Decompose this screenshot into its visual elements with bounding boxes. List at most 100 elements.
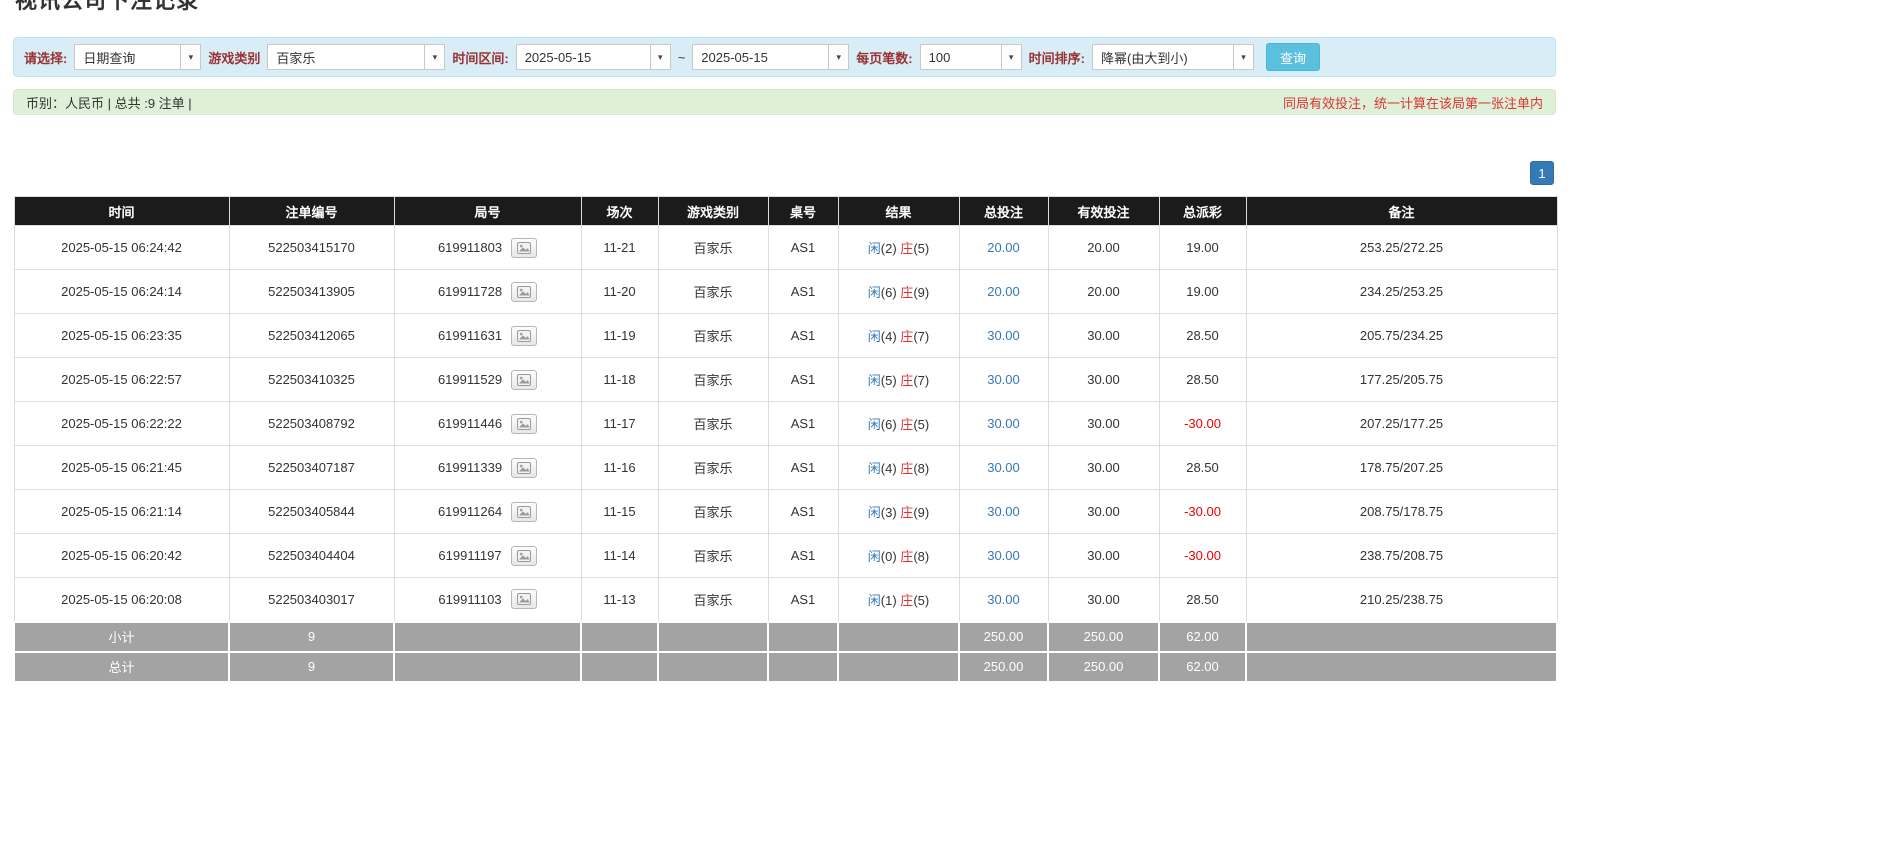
result-banker: 庄 bbox=[900, 373, 913, 388]
cell-remark: 205.75/234.25 bbox=[1246, 314, 1557, 358]
total-bet-link[interactable]: 30.00 bbox=[987, 592, 1020, 607]
cell-table: AS1 bbox=[768, 270, 838, 314]
table-row: 2025-05-15 06:22:22522503408792619911446… bbox=[14, 402, 1557, 446]
search-button[interactable]: 查询 bbox=[1266, 43, 1320, 71]
total-bet-link[interactable]: 30.00 bbox=[987, 372, 1020, 387]
cell-valid-bet: 20.00 bbox=[1048, 270, 1159, 314]
cell-game-type: 百家乐 bbox=[658, 358, 768, 402]
cell-table: AS1 bbox=[768, 578, 838, 622]
total-bet-link[interactable]: 20.00 bbox=[987, 284, 1020, 299]
cell-remark: 238.75/208.75 bbox=[1246, 534, 1557, 578]
round-preview-button[interactable] bbox=[511, 238, 537, 258]
cell-remark: 207.25/177.25 bbox=[1246, 402, 1557, 446]
summary-valid-bet: 250.00 bbox=[1048, 652, 1159, 682]
cell-game-type: 百家乐 bbox=[658, 534, 768, 578]
table-row: 2025-05-15 06:23:35522503412065619911631… bbox=[14, 314, 1557, 358]
cell-session: 11-16 bbox=[581, 446, 658, 490]
chevron-down-icon[interactable]: ▾ bbox=[828, 45, 848, 69]
col-header-bet-id: 注单编号 bbox=[229, 197, 394, 226]
cell-game-type: 百家乐 bbox=[658, 402, 768, 446]
round-preview-button[interactable] bbox=[511, 502, 537, 522]
cell-payout: -30.00 bbox=[1159, 402, 1246, 446]
round-preview-button[interactable] bbox=[511, 546, 537, 566]
cell-payout: -30.00 bbox=[1159, 490, 1246, 534]
game-type-dropdown[interactable]: 百家乐 ▾ bbox=[267, 44, 445, 70]
page-size-label: 每页笔数: bbox=[856, 48, 912, 67]
time-sort-dropdown[interactable]: 降幂(由大到小) ▾ bbox=[1092, 44, 1254, 70]
cell-bet-id: 522503405844 bbox=[229, 490, 394, 534]
total-bet-link[interactable]: 20.00 bbox=[987, 240, 1020, 255]
col-header-total-bet: 总投注 bbox=[959, 197, 1048, 226]
round-preview-button[interactable] bbox=[511, 589, 537, 609]
result-banker: 庄 bbox=[900, 505, 913, 520]
round-number: 619911803 bbox=[438, 240, 502, 255]
round-number: 619911631 bbox=[438, 328, 502, 343]
cell-payout: 19.00 bbox=[1159, 270, 1246, 314]
cell-game-type: 百家乐 bbox=[658, 578, 768, 622]
cell-valid-bet: 30.00 bbox=[1048, 578, 1159, 622]
cell-session: 11-13 bbox=[581, 578, 658, 622]
date-to-dropdown[interactable]: 2025-05-15 ▾ bbox=[692, 44, 849, 70]
cell-result: 闲(5) 庄(7) bbox=[838, 358, 959, 402]
table-row: 2025-05-15 06:24:42522503415170619911803… bbox=[14, 226, 1557, 270]
total-bet-link[interactable]: 30.00 bbox=[987, 416, 1020, 431]
result-player: 闲 bbox=[868, 417, 881, 432]
cell-session: 11-17 bbox=[581, 402, 658, 446]
cell-time: 2025-05-15 06:23:35 bbox=[14, 314, 229, 358]
summary-label: 总计 bbox=[14, 652, 229, 682]
cell-bet-id: 522503404404 bbox=[229, 534, 394, 578]
result-player: 闲 bbox=[868, 505, 881, 520]
table-row: 2025-05-15 06:20:08522503403017619911103… bbox=[14, 578, 1557, 622]
cell-bet-id: 522503413905 bbox=[229, 270, 394, 314]
round-preview-button[interactable] bbox=[511, 370, 537, 390]
date-from-dropdown[interactable]: 2025-05-15 ▾ bbox=[516, 44, 671, 70]
cell-table: AS1 bbox=[768, 402, 838, 446]
cell-valid-bet: 30.00 bbox=[1048, 446, 1159, 490]
cell-result: 闲(3) 庄(9) bbox=[838, 490, 959, 534]
round-preview-button[interactable] bbox=[511, 458, 537, 478]
chevron-down-icon[interactable]: ▾ bbox=[650, 45, 670, 69]
cell-session: 11-19 bbox=[581, 314, 658, 358]
pagination-page-1-button[interactable]: 1 bbox=[1530, 161, 1554, 185]
cell-time: 2025-05-15 06:21:14 bbox=[14, 490, 229, 534]
cell-result: 闲(6) 庄(9) bbox=[838, 270, 959, 314]
video-preview-icon bbox=[517, 418, 531, 430]
round-preview-button[interactable] bbox=[511, 414, 537, 434]
cell-valid-bet: 30.00 bbox=[1048, 534, 1159, 578]
round-number: 619911339 bbox=[438, 460, 502, 475]
cell-total-bet: 30.00 bbox=[959, 534, 1048, 578]
cell-bet-id: 522503407187 bbox=[229, 446, 394, 490]
cell-total-bet: 20.00 bbox=[959, 226, 1048, 270]
result-player: 闲 bbox=[868, 329, 881, 344]
chevron-down-icon[interactable]: ▾ bbox=[1001, 45, 1021, 69]
chevron-down-icon[interactable]: ▾ bbox=[1233, 45, 1253, 69]
cell-valid-bet: 30.00 bbox=[1048, 358, 1159, 402]
total-bet-link[interactable]: 30.00 bbox=[987, 328, 1020, 343]
select-mode-dropdown[interactable]: 日期查询 ▾ bbox=[74, 44, 201, 70]
result-banker: 庄 bbox=[900, 285, 913, 300]
round-preview-button[interactable] bbox=[511, 326, 537, 346]
page: 视讯公司下注记录 请选择: 日期查询 ▾ 游戏类别 百家乐 ▾ 时间区间: 20… bbox=[13, 0, 1556, 683]
time-sort-label: 时间排序: bbox=[1029, 48, 1085, 67]
col-header-round: 局号 bbox=[394, 197, 581, 226]
total-bet-link[interactable]: 30.00 bbox=[987, 504, 1020, 519]
video-preview-icon bbox=[517, 506, 531, 518]
cell-total-bet: 30.00 bbox=[959, 578, 1048, 622]
cell-game-type: 百家乐 bbox=[658, 314, 768, 358]
col-header-session: 场次 bbox=[581, 197, 658, 226]
cell-bet-id: 522503415170 bbox=[229, 226, 394, 270]
page-title-clipped: 视讯公司下注记录 bbox=[13, 0, 1556, 12]
date-range-separator: ~ bbox=[678, 50, 686, 65]
chevron-down-icon[interactable]: ▾ bbox=[424, 45, 444, 69]
cell-total-bet: 20.00 bbox=[959, 270, 1048, 314]
total-bet-link[interactable]: 30.00 bbox=[987, 460, 1020, 475]
round-preview-button[interactable] bbox=[511, 282, 537, 302]
page-size-dropdown[interactable]: 100 ▾ bbox=[920, 44, 1022, 70]
cell-table: AS1 bbox=[768, 446, 838, 490]
total-bet-link[interactable]: 30.00 bbox=[987, 548, 1020, 563]
date-to-value: 2025-05-15 bbox=[693, 50, 828, 65]
cell-remark: 178.75/207.25 bbox=[1246, 446, 1557, 490]
chevron-down-icon[interactable]: ▾ bbox=[180, 45, 200, 69]
cell-result: 闲(4) 庄(8) bbox=[838, 446, 959, 490]
round-number: 619911446 bbox=[438, 416, 502, 431]
